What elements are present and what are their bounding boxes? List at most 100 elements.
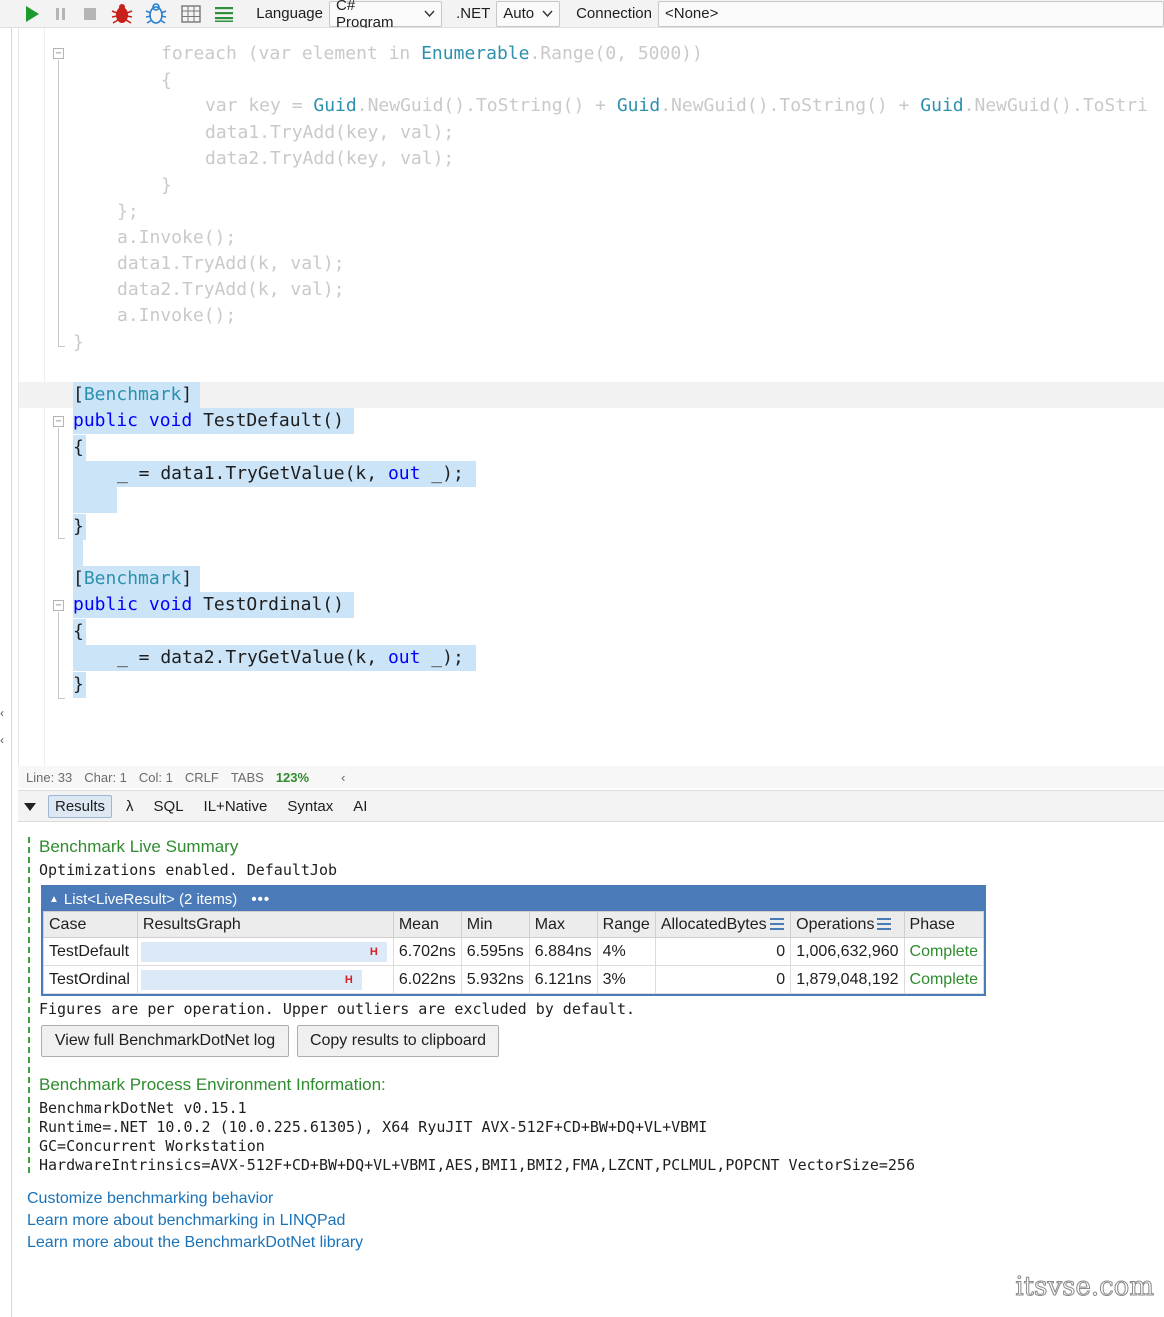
status-eol: CRLF [184, 769, 219, 785]
language-select-value: C# Program [336, 0, 394, 31]
cell-allocated-bytes: 0 [654, 937, 792, 966]
connection-label: Connection [576, 5, 652, 22]
col-allocated-bytes[interactable]: AllocatedBytes [654, 911, 792, 938]
scroll-left-icon[interactable]: ‹ [341, 770, 345, 785]
code-line: } [73, 332, 84, 353]
cell-case: TestDefault [43, 937, 138, 966]
view-log-button[interactable]: View full BenchmarkDotNet log [41, 1025, 289, 1057]
toolbar: Language C# Program .NET Auto Connection… [0, 0, 1164, 31]
tab-il-native[interactable]: IL+Native [198, 796, 274, 817]
results-tab-bar: Results λ SQL IL+Native Syntax AI [18, 790, 1164, 822]
status-bar: Line: 33 Char: 1 Col: 1 CRLF TABS 123% ‹ [18, 766, 1164, 788]
code-line [19, 540, 1164, 566]
chevron-up-icon[interactable]: ‹ [0, 733, 4, 747]
stop-icon[interactable] [76, 1, 106, 27]
col-operations-label: Operations [796, 915, 875, 933]
table-header-bar[interactable]: ▲ List<LiveResult> (2 items) ••• [43, 887, 984, 911]
code-line: } [161, 175, 172, 196]
tab-results[interactable]: Results [48, 794, 113, 818]
cell-max: 6.121ns [528, 965, 598, 994]
graph-bar [140, 970, 362, 990]
pause-icon[interactable] [46, 1, 76, 27]
col-phase[interactable]: Phase [903, 911, 985, 938]
code-line: _ = data1.TryGetValue(k, out _); [19, 461, 1164, 487]
chevron-down-icon [424, 8, 435, 20]
cell-mean: 6.702ns [392, 937, 462, 966]
cell-results-graph: H [136, 937, 394, 966]
col-case[interactable]: Case [43, 911, 138, 938]
link-benchmarkdotnet-library[interactable]: Learn more about the BenchmarkDotNet lib… [27, 1234, 363, 1252]
results-panel: Benchmark Live Summary Optimizations ena… [18, 823, 1164, 1317]
chevron-down-icon [542, 8, 553, 20]
column-menu-icon[interactable] [769, 918, 784, 931]
status-zoom[interactable]: 123% [276, 770, 309, 785]
cell-operations: 1,006,632,960 [790, 937, 905, 966]
tab-lambda[interactable]: λ [120, 796, 140, 817]
code-line: } [19, 672, 1164, 698]
run-icon[interactable] [18, 1, 46, 27]
col-results-graph[interactable]: ResultsGraph [136, 911, 394, 938]
error-whisker-icon: H [369, 946, 378, 958]
col-mean[interactable]: Mean [392, 911, 462, 938]
code-line: public void TestOrdinal() [19, 592, 1164, 618]
cell-results-graph: H [136, 965, 394, 994]
dotnet-select-value: Auto [503, 5, 535, 22]
language-select[interactable]: C# Program [329, 0, 443, 31]
table-row: TestDefault H 6.702ns 6.595ns 6.884ns 4%… [43, 937, 985, 966]
col-allocated-bytes-label: AllocatedBytes [660, 915, 767, 933]
link-customize-benchmarking[interactable]: Customize benchmarking behavior [27, 1190, 273, 1208]
code-line: }; [117, 201, 139, 222]
tab-sql[interactable]: SQL [148, 796, 190, 817]
code-line: data2.TryAdd(k, val); [117, 279, 345, 300]
link-benchmarking-linqpad[interactable]: Learn more about benchmarking in LINQPad [27, 1212, 345, 1230]
collapse-panel-icon[interactable] [24, 798, 36, 815]
debug-bug-blue-icon[interactable] [139, 1, 173, 27]
cell-min: 6.595ns [460, 937, 530, 966]
live-summary-border [28, 837, 30, 1173]
table-header-row: Case ResultsGraph Mean Min Max Range All… [43, 911, 985, 938]
code-line: [Benchmark] [19, 382, 1164, 408]
debug-bug-red-icon[interactable] [105, 1, 139, 27]
cell-case: TestOrdinal [43, 965, 138, 994]
collapse-triangle-icon[interactable]: ▲ [49, 894, 59, 905]
cell-allocated-bytes: 0 [654, 965, 792, 994]
dotnet-label: .NET [456, 5, 491, 22]
connection-select[interactable]: <None> [657, 0, 1164, 27]
code-line: { [161, 70, 172, 91]
copy-results-button[interactable]: Copy results to clipboard [297, 1025, 499, 1057]
live-summary-subtitle: Optimizations enabled. DefaultJob [39, 861, 338, 879]
chevron-left-icon[interactable]: ‹ [0, 706, 4, 720]
col-range[interactable]: Range [596, 911, 656, 938]
tab-ai[interactable]: AI [347, 796, 373, 817]
dotnet-select[interactable]: Auto [496, 0, 561, 27]
status-col: Col: 1 [138, 769, 173, 785]
graph-bar [140, 942, 387, 962]
error-whisker-icon: H [344, 974, 353, 986]
env-line: HardwareIntrinsics=AVX-512F+CD+BW+DQ+VL+… [39, 1156, 915, 1174]
code-line: } [19, 514, 1164, 540]
code-editor[interactable]: − − − foreach (var element in Enumerable… [18, 28, 1164, 766]
cell-max: 6.884ns [528, 937, 598, 966]
column-menu-icon[interactable] [877, 918, 892, 931]
code-line: data1.TryAdd(key, val); [205, 122, 455, 143]
cell-operations: 1,879,048,192 [790, 965, 905, 994]
code-line: public void TestDefault() [19, 408, 1164, 434]
col-operations[interactable]: Operations [790, 911, 905, 938]
live-results-table: ▲ List<LiveResult> (2 items) ••• Case Re… [41, 885, 986, 996]
tab-syntax[interactable]: Syntax [281, 796, 339, 817]
live-summary-title: Benchmark Live Summary [39, 837, 239, 856]
footnote: Figures are per operation. Upper outlier… [39, 1000, 636, 1018]
grid-results-icon[interactable] [173, 1, 209, 27]
col-max[interactable]: Max [528, 911, 598, 938]
text-results-icon[interactable] [209, 1, 241, 27]
code-line: var key = Guid.NewGuid().ToString() + Gu… [205, 95, 1148, 116]
left-panel-strip: ‹ ‹ [0, 28, 12, 1317]
code-line: _ = data2.TryGetValue(k, out _); [19, 645, 1164, 671]
col-min[interactable]: Min [460, 911, 530, 938]
table-title: List<LiveResult> (2 items) [63, 890, 238, 908]
cell-phase: Complete [903, 937, 985, 966]
watermark-logo: itsvse.com [1015, 1272, 1155, 1303]
environment-title: Benchmark Process Environment Informatio… [39, 1075, 386, 1094]
more-options-icon[interactable]: ••• [251, 891, 270, 908]
env-line: GC=Concurrent Workstation [39, 1137, 265, 1155]
